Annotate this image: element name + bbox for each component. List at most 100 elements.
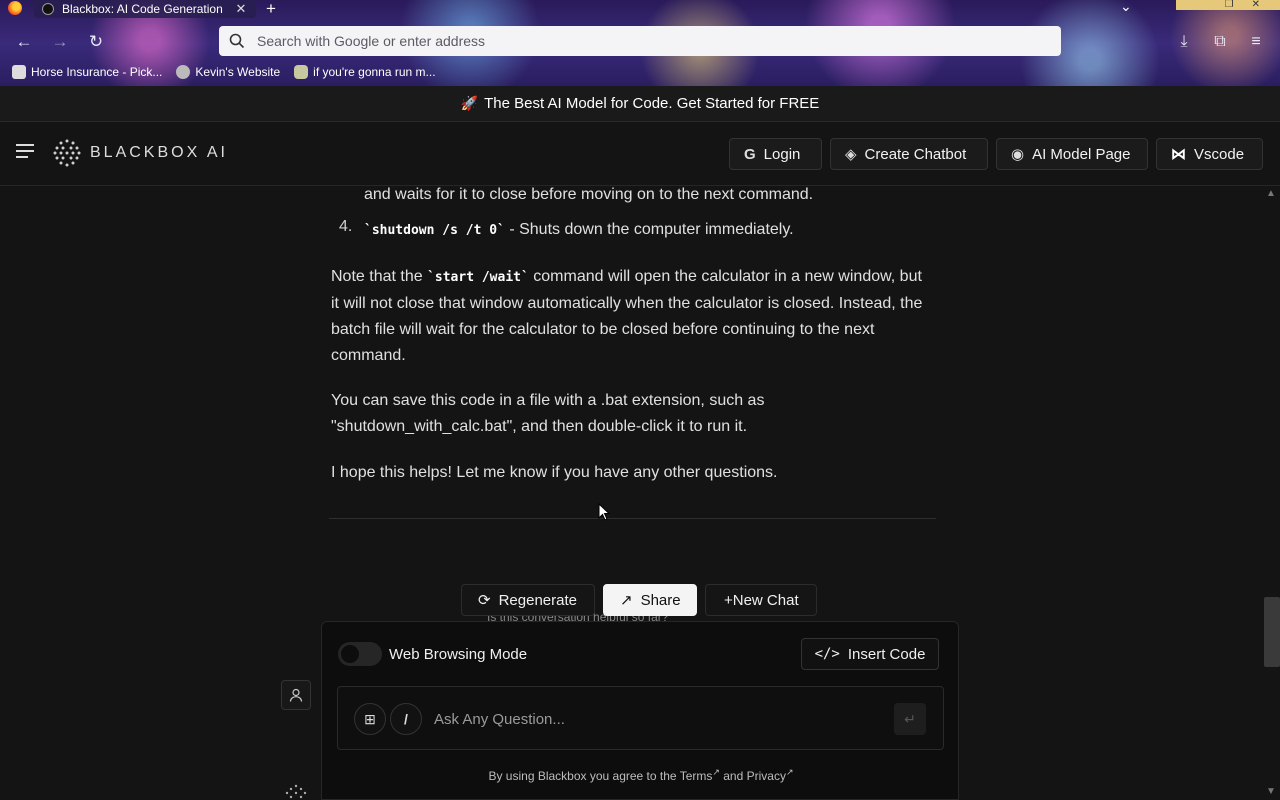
note-prefix: Note that the — [331, 268, 428, 285]
target-icon: ◉ — [1011, 146, 1025, 163]
scroll-thumb[interactable] — [1264, 597, 1280, 667]
web-browsing-toggle[interactable] — [338, 642, 382, 666]
create-chatbot-button[interactable]: ◈ Create Chatbot — [830, 138, 988, 170]
list-item-4: `shutdown /s /t 0` - Shuts down the comp… — [364, 217, 934, 244]
assistant-avatar — [284, 784, 308, 800]
closing-paragraph: I hope this helps! Let me know if you ha… — [331, 464, 778, 481]
external-link-icon: ↗ — [785, 767, 794, 777]
extensions-icon[interactable]: ⧉ — [1208, 30, 1232, 54]
forward-arrow-icon[interactable]: → — [48, 30, 72, 54]
refresh-icon: ⟳ — [478, 592, 491, 609]
terms-link[interactable]: Terms — [680, 769, 713, 783]
banner-text: The Best AI Model for Code. Get Started … — [484, 95, 820, 112]
page-scrollbar[interactable]: ▲ ▼ — [1262, 186, 1280, 800]
ask-box: ⊞ / ↵ — [337, 686, 944, 750]
inline-code: `start /wait` — [427, 270, 529, 285]
share-icon: ↗ — [620, 592, 633, 609]
inline-code: `shutdown /s /t 0` — [364, 223, 505, 238]
file-plus-icon: ⊞ — [364, 710, 376, 727]
bookmark-item[interactable]: Horse Insurance - Pick... — [12, 65, 162, 79]
insert-code-label: Insert Code — [847, 645, 926, 663]
ai-model-page-label: AI Model Page — [1032, 145, 1131, 163]
login-label: Login — [763, 145, 801, 163]
enter-icon: ↵ — [904, 710, 916, 727]
regenerate-label: Regenerate — [498, 591, 577, 609]
mask-favicon-icon — [294, 65, 309, 79]
bookmark-label: Kevin's Website — [195, 65, 281, 79]
blackbox-favicon-icon — [42, 3, 54, 15]
terms-prefix: By using Blackbox you agree to the — [488, 769, 680, 783]
vscode-label: Vscode — [1194, 145, 1245, 163]
composer-panel: Web Browsing Mode </> Insert Code ⊞ / ↵ … — [321, 621, 959, 800]
bookmarks-bar: Horse Insurance - Pick... Kevin's Websit… — [0, 62, 1280, 82]
save-paragraph: You can save this code in a file with a … — [331, 392, 765, 435]
layers-icon: ◈ — [845, 146, 857, 163]
vscode-button[interactable]: ⋈ Vscode — [1156, 138, 1263, 170]
blackbox-logo-icon — [53, 139, 81, 167]
hamburger-menu-icon[interactable]: ≡ — [1244, 30, 1268, 54]
site-header: BLACKBOX AI G Login ◈ Create Chatbot ◉ A… — [0, 122, 1280, 186]
external-link-icon: ↗ — [712, 767, 720, 777]
message-divider — [329, 518, 936, 519]
attach-file-button[interactable]: ⊞ — [354, 703, 386, 735]
send-button[interactable]: ↵ — [894, 703, 926, 735]
reload-icon[interactable]: ↻ — [84, 30, 108, 54]
bookmark-item[interactable]: if you're gonna run m... — [294, 65, 436, 79]
globe-icon — [176, 65, 191, 79]
back-arrow-icon[interactable]: ← — [12, 30, 36, 54]
tab-close-icon[interactable]: ✕ — [234, 1, 248, 17]
code-icon: </> — [814, 646, 840, 662]
bookmark-label: Horse Insurance - Pick... — [31, 65, 163, 79]
scroll-up-icon[interactable]: ▲ — [1262, 188, 1280, 199]
ask-input[interactable] — [434, 707, 874, 731]
search-icon — [229, 33, 245, 49]
download-icon[interactable]: ⤓ — [1172, 30, 1196, 54]
list-item-text: - Shuts down the computer immediately. — [504, 221, 794, 238]
message-actions: ⟳ Regenerate ↗ Share +New Chat — [461, 584, 817, 616]
share-label: Share — [640, 591, 681, 609]
note-paragraph: Note that the `start /wait` command will… — [331, 264, 931, 369]
close-window-icon[interactable]: ✕ — [1252, 0, 1260, 10]
new-tab-button[interactable]: + — [266, 0, 276, 19]
regenerate-button[interactable]: ⟳ Regenerate — [461, 584, 595, 616]
chevron-down-icon[interactable]: ⌄ — [1120, 0, 1132, 15]
scroll-down-icon[interactable]: ▼ — [1262, 786, 1280, 797]
new-chat-label: +New Chat — [724, 591, 799, 609]
vscode-icon: ⋈ — [1171, 146, 1186, 163]
new-chat-button[interactable]: +New Chat — [705, 584, 817, 616]
firefox-icon[interactable] — [8, 1, 22, 15]
window-controls: ❐ ✕ — [1176, 0, 1280, 10]
bookmark-item[interactable]: Kevin's Website — [176, 65, 280, 79]
share-button[interactable]: ↗ Share — [603, 584, 697, 616]
brand-logo[interactable]: BLACKBOX AI — [52, 138, 228, 168]
terms-notice: By using Blackbox you agree to the Terms… — [322, 767, 960, 783]
web-browsing-label: Web Browsing Mode — [389, 646, 528, 663]
restore-icon[interactable]: ❐ — [1225, 0, 1234, 10]
tab-blackbox[interactable]: Blackbox: AI Code Generation ✕ — [34, 0, 256, 18]
tab-title: Blackbox: AI Code Generation — [62, 2, 223, 16]
sidebar-menu-icon[interactable] — [16, 144, 34, 160]
ai-model-page-button[interactable]: ◉ AI Model Page — [996, 138, 1148, 170]
create-chatbot-label: Create Chatbot — [864, 145, 967, 163]
user-avatar — [281, 680, 311, 710]
promo-banner[interactable]: 🚀 The Best AI Model for Code. Get Starte… — [0, 86, 1280, 122]
bookmark-favicon-icon — [12, 65, 26, 79]
tab-strip: Blackbox: AI Code Generation ✕ + ⌄ ❐ ✕ — [0, 0, 1280, 18]
list-number: 4. — [339, 218, 353, 235]
list-item-3-tail: and waits for it to close before moving … — [364, 186, 814, 203]
terms-mid: and — [719, 769, 747, 783]
slash-commands-button[interactable]: / — [390, 703, 422, 735]
blackbox-logo-icon — [285, 784, 307, 799]
rocket-icon: 🚀 — [460, 95, 479, 111]
nav-bar: ← → ↻ Search with Google or enter addres… — [0, 26, 1280, 58]
login-button[interactable]: G Login — [729, 138, 822, 170]
google-icon: G — [744, 145, 756, 163]
insert-code-button[interactable]: </> Insert Code — [801, 638, 939, 670]
mouse-cursor-icon — [598, 503, 610, 521]
address-placeholder: Search with Google or enter address — [257, 33, 486, 49]
brand-name: BLACKBOX AI — [90, 144, 228, 161]
user-icon — [289, 688, 303, 702]
browser-chrome: Blackbox: AI Code Generation ✕ + ⌄ ❐ ✕ ←… — [0, 0, 1280, 86]
privacy-link[interactable]: Privacy — [747, 769, 786, 783]
address-bar[interactable]: Search with Google or enter address — [219, 26, 1061, 56]
